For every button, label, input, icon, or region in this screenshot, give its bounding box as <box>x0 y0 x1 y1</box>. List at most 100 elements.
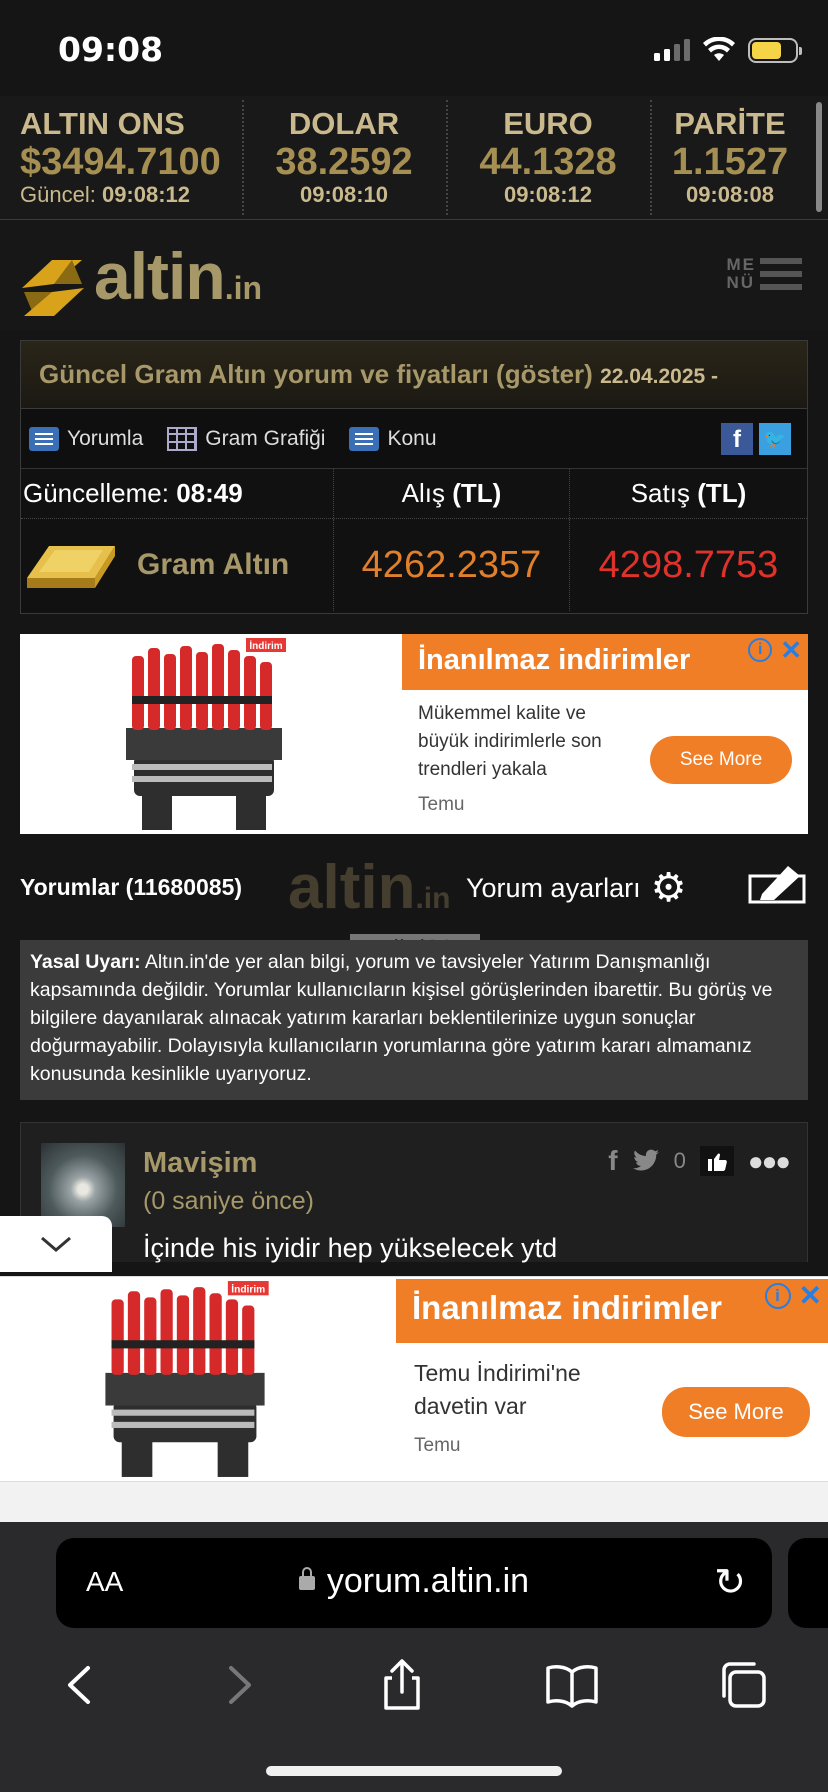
ticker-time: 09:08:10 <box>299 182 389 207</box>
comment-username[interactable]: Mavişim <box>143 1147 257 1180</box>
ticker-value: 1.1527 <box>671 141 789 183</box>
hamburger-icon <box>760 258 802 290</box>
chart-link[interactable]: Gram Grafiği <box>167 426 325 451</box>
reload-icon[interactable]: ↻ <box>714 1560 746 1605</box>
ticker-name: DOLAR <box>288 106 400 141</box>
home-indicator[interactable] <box>266 1766 562 1776</box>
buy-header: Alış (TL) <box>333 469 569 518</box>
ad-controls: i ✕ <box>748 637 802 663</box>
ticker-time: Güncel: 09:08:12 <box>20 182 242 208</box>
gram-gold-panel: Güncel Gram Altın yorum ve fiyatları (gö… <box>20 340 808 614</box>
battery-icon <box>748 37 802 63</box>
comments-count: Yorumlar (11680085) <box>20 874 243 900</box>
ticker-time: 09:08:08 <box>685 182 775 207</box>
back-icon[interactable] <box>60 1660 100 1710</box>
forward-icon[interactable] <box>219 1660 259 1710</box>
product-cell: Gram Altın <box>21 519 333 611</box>
ad-close-icon[interactable]: ✕ <box>780 637 802 663</box>
url-text: yorum.altin.in <box>56 1562 772 1601</box>
panel-title[interactable]: Güncel Gram Altın yorum ve fiyatları (gö… <box>21 341 807 409</box>
buy-price: 4262.2357 <box>333 519 569 611</box>
twitter-share-icon[interactable]: 🐦 <box>759 423 791 455</box>
share-icon[interactable] <box>378 1658 426 1712</box>
ad-see-more-button[interactable]: See More <box>650 736 792 784</box>
ad-controls: i ✕ <box>764 1282 822 1310</box>
ad-info-icon[interactable]: i <box>764 1283 791 1309</box>
ticker-name: PARİTE <box>674 106 786 141</box>
status-icons <box>654 36 802 64</box>
site-header: altin.in ME NÜ <box>0 220 828 330</box>
comment-time: (0 saniye önce) <box>143 1187 314 1215</box>
comment-item: Mavişim (0 saniye önce) İçinde his iyidi… <box>20 1122 808 1263</box>
ticker-value: 38.2592 <box>275 141 413 183</box>
ad-description: Mükemmel kalite ve büyük indirimlerle so… <box>418 703 602 780</box>
collapse-ad-button[interactable] <box>0 1216 112 1272</box>
ad-see-more-button[interactable]: See More <box>662 1387 810 1437</box>
ticker-value: 44.1328 <box>479 141 617 183</box>
browser-toolbar: AA yorum.altin.in ↻ <box>0 1522 828 1792</box>
next-tab-preview[interactable] <box>788 1538 828 1628</box>
comment-text: İçinde his iyidir hep yükselecek ytd <box>143 1233 558 1263</box>
comment-settings-label: Yorum ayarları <box>466 872 641 903</box>
avatar[interactable] <box>41 1143 125 1227</box>
wifi-icon <box>703 37 735 61</box>
site-logo[interactable]: altin.in <box>20 239 263 318</box>
address-bar[interactable]: AA yorum.altin.in ↻ <box>56 1538 772 1628</box>
ad-brand: Temu <box>414 1435 461 1456</box>
facebook-icon[interactable]: f <box>608 1145 617 1177</box>
panel-date: 22.04.2025 - <box>600 365 719 388</box>
ticker-name: ALTIN ONS <box>20 106 185 141</box>
logo-text: altin.in <box>94 239 263 313</box>
logo-mark-icon <box>22 260 84 316</box>
grid-chart-icon <box>167 426 198 451</box>
comment-settings-button[interactable]: Yorum ayarları ⚙ <box>466 868 686 908</box>
ad-info-icon[interactable]: i <box>748 638 773 662</box>
ad-product-image: İndirim <box>106 636 302 832</box>
product-name: Gram Altın <box>137 548 290 581</box>
menu-button[interactable]: ME NÜ <box>726 255 802 292</box>
write-comment-icon[interactable] <box>748 860 808 906</box>
ad-headline: İnanılmaz indirimler <box>402 634 808 690</box>
price-row-gram-gold[interactable]: Gram Altın 4262.2357 4298.7753 <box>21 519 807 611</box>
share-buttons: f 🐦 <box>721 423 791 455</box>
sell-header: Satış (TL) <box>569 469 807 518</box>
ad-image-tag: İndirim <box>231 1282 265 1295</box>
browser-nav <box>0 1650 828 1720</box>
topic-link[interactable]: Konu <box>349 426 437 451</box>
ticker-item-ons[interactable]: ALTIN ONS $3494.7100 Güncel: 09:08:12 <box>0 96 242 219</box>
ticker-item-parite[interactable]: PARİTE 1.1527 09:08:08 <box>650 96 810 219</box>
facebook-share-icon[interactable]: f <box>721 423 753 455</box>
ad-close-icon[interactable]: ✕ <box>799 1282 822 1310</box>
warning-title: Yasal Uyarı: <box>30 951 141 973</box>
advertisement-2[interactable]: İndirim İnanılmaz indirimler i ✕ Temu İn… <box>0 1276 828 1482</box>
comment-link[interactable]: Yorumla <box>29 426 144 451</box>
ad-headline: İnanılmaz indirimler <box>396 1279 828 1343</box>
lock-icon <box>298 1567 315 1590</box>
status-time: 09:08 <box>58 30 164 69</box>
more-options-icon[interactable]: ●●● <box>748 1146 791 1177</box>
comments-header: Yorumlar (11680085) altin.in Yorum ayarl… <box>0 850 828 930</box>
menu-label: ME NÜ <box>726 255 756 292</box>
bookmarks-icon[interactable] <box>545 1662 599 1708</box>
ticker-item-euro[interactable]: EURO 44.1328 09:08:12 <box>446 96 650 219</box>
legal-warning: Yasal Uyarı: Altın.in'de yer alan bilgi,… <box>20 940 808 1100</box>
comment-link-label: Yorumla <box>67 426 144 450</box>
ticker-item-dolar[interactable]: DOLAR 38.2592 09:08:10 <box>242 96 446 219</box>
twitter-icon[interactable] <box>632 1149 660 1173</box>
topic-icon <box>349 426 380 451</box>
like-button[interactable] <box>699 1146 734 1176</box>
sell-price: 4298.7753 <box>569 519 807 611</box>
chevron-down-icon <box>41 1236 71 1252</box>
ad-product-image: İndirim <box>70 1279 300 1479</box>
warning-text: Altın.in'de yer alan bilgi, yorum ve tav… <box>30 951 773 1085</box>
ticker-time: 09:08:12 <box>503 182 593 207</box>
ad-description: Temu İndirimi'ne davetin var <box>414 1360 581 1419</box>
ticker-value: $3494.7100 <box>20 141 221 183</box>
like-count: 0 <box>673 1148 686 1173</box>
ticker-scrollbar[interactable] <box>816 102 822 212</box>
thumbs-up-icon <box>707 1153 727 1171</box>
tabs-icon[interactable] <box>718 1660 768 1710</box>
comment-actions: f 0 ●●● <box>608 1145 791 1177</box>
watermark-logo: altin.in <box>288 853 451 922</box>
advertisement-1[interactable]: İndirim İnanılmaz indirimler i ✕ Mükemme… <box>20 634 808 834</box>
